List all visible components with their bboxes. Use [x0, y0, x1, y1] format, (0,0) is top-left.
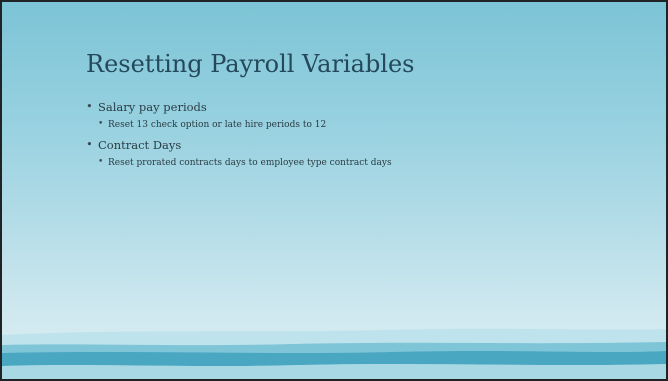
bullet-salary-pay-periods: Salary pay periods: [86, 99, 646, 114]
bullet-contract-days: Contract Days: [86, 137, 646, 152]
wave-dark-band: [2, 351, 666, 366]
list-item: Contract Days Reset prorated contracts d…: [86, 137, 646, 168]
sub-bullet-reset-13-check: Reset 13 check option or late hire perio…: [98, 119, 646, 130]
sub-bullet-reset-prorated: Reset prorated contracts days to employe…: [98, 157, 646, 168]
slide-title: Resetting Payroll Variables: [86, 50, 415, 78]
bullet-list: Salary pay periods Reset 13 check option…: [86, 99, 646, 176]
wave-foam-band: [2, 364, 666, 379]
slide: Resetting Payroll Variables Salary pay p…: [0, 0, 668, 381]
list-item: Salary pay periods Reset 13 check option…: [86, 99, 646, 130]
